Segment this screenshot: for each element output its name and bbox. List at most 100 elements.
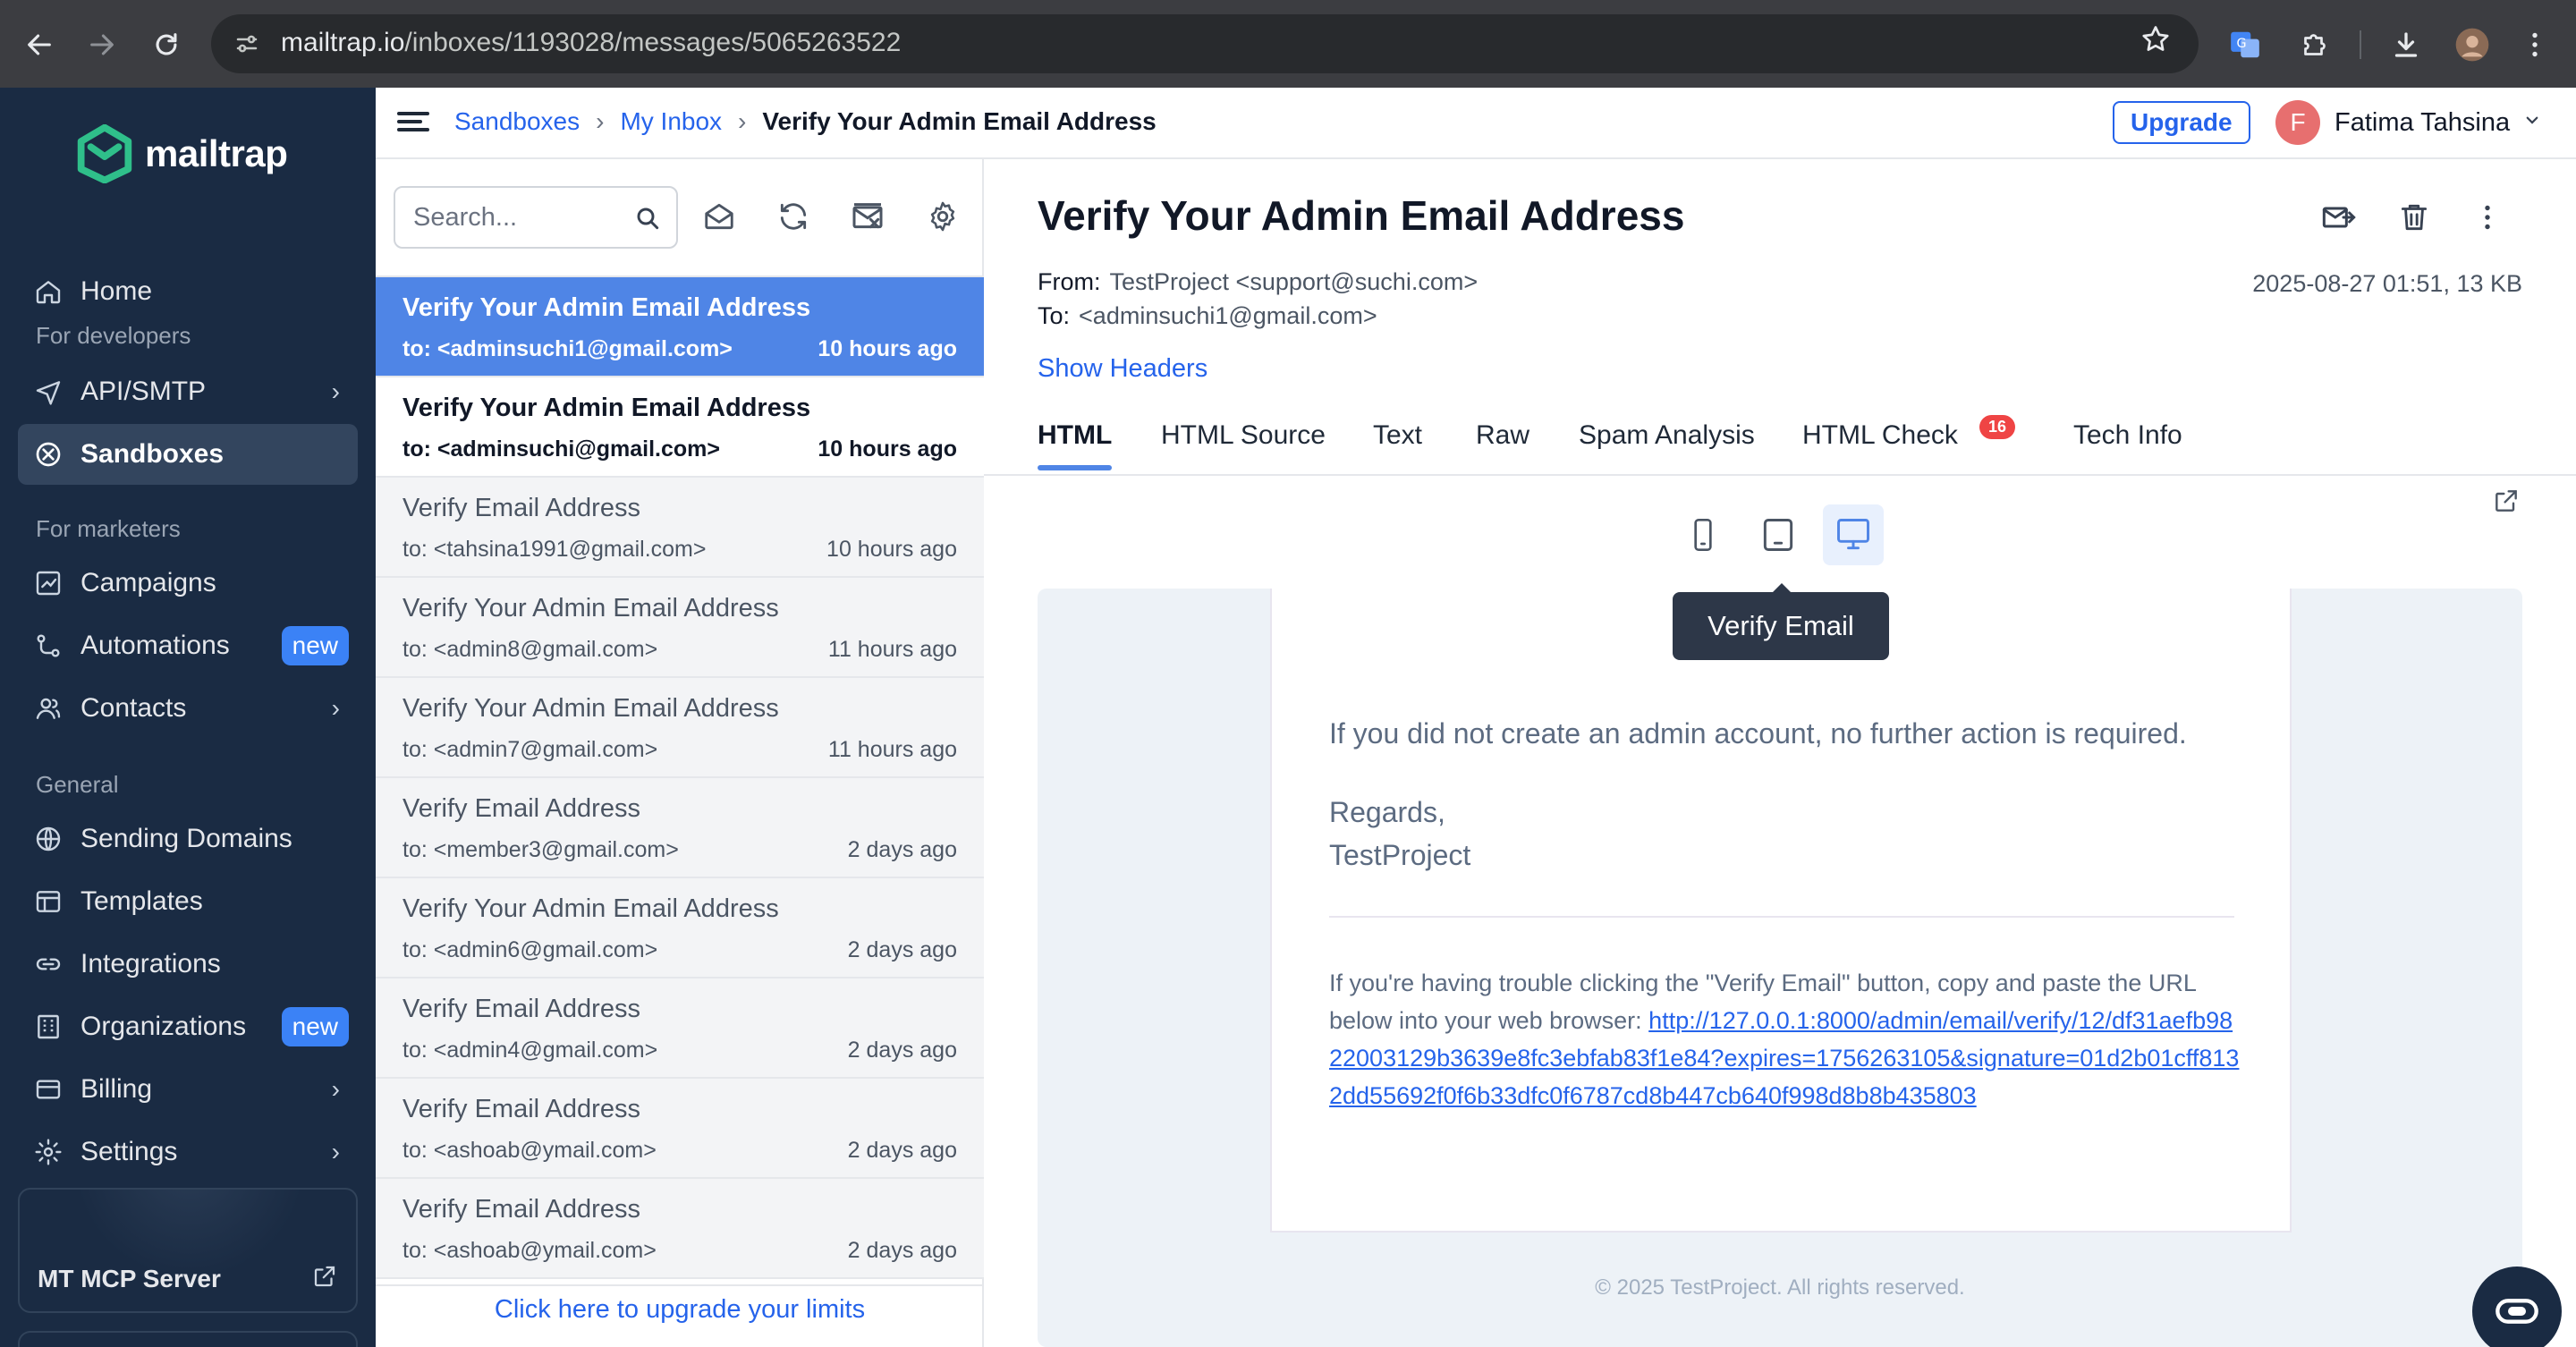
- menu-toggle-icon[interactable]: [397, 107, 429, 140]
- message-row[interactable]: Verify Email Address to: <member3@gmail.…: [376, 778, 984, 878]
- tab-raw[interactable]: Raw: [1476, 420, 1530, 451]
- sidebar-item-home[interactable]: Home: [18, 261, 358, 322]
- mark-read-icon[interactable]: [698, 195, 741, 238]
- message-recipient: to: <ashoab@ymail.com>: [402, 1138, 657, 1163]
- open-in-new-window-icon[interactable]: [2492, 487, 2522, 517]
- message-recipient: to: <admin6@gmail.com>: [402, 937, 658, 962]
- sidebar-item-label: API/SMTP: [80, 377, 207, 406]
- show-headers-link[interactable]: Show Headers: [1038, 354, 1208, 384]
- message-recipient: to: <adminsuchi@gmail.com>: [402, 436, 721, 462]
- mcp-server-label: MT MCP Server: [38, 1265, 221, 1292]
- chevron-right-icon: ›: [331, 1138, 340, 1165]
- extensions-puzzle-icon[interactable]: [2290, 20, 2340, 70]
- mailtrap-logo[interactable]: mailtrap: [77, 122, 288, 186]
- bookmark-star-icon[interactable]: [2140, 23, 2172, 64]
- sidebar-item-sending-domains[interactable]: Sending Domains: [18, 809, 358, 869]
- mobile-view-icon[interactable]: [1673, 504, 1733, 565]
- chevron-right-icon: ›: [331, 1075, 340, 1103]
- message-recipient: to: <adminsuchi1@gmail.com>: [402, 336, 733, 361]
- message-recipient: to: <admin7@gmail.com>: [402, 737, 658, 762]
- message-recipient: to: <tahsina1991@gmail.com>: [402, 537, 707, 562]
- message-row[interactable]: Verify Email Address to: <ashoab@ymail.c…: [376, 1179, 984, 1279]
- tab-html-check[interactable]: HTML Check: [1802, 420, 1958, 451]
- message-detail-pane: Verify Your Admin Email Address From: Tes…: [984, 159, 2576, 1347]
- message-row[interactable]: Verify Your Admin Email Address to: <adm…: [376, 377, 984, 478]
- section-label-marketers: For marketers: [36, 515, 181, 542]
- forward-icon[interactable]: [77, 20, 127, 70]
- from-label: From:: [1038, 268, 1101, 295]
- upgrade-button[interactable]: Upgrade: [2113, 101, 2250, 144]
- top-bar: Sandboxes › My Inbox › Verify Your Admin…: [376, 88, 2576, 159]
- message-row[interactable]: Verify Email Address to: <ashoab@ymail.c…: [376, 1079, 984, 1179]
- sidebar-item-api-smtp[interactable]: API/SMTP ›: [18, 361, 358, 422]
- breadcrumb-my-inbox[interactable]: My Inbox: [620, 107, 722, 136]
- email-meta: 2025-08-27 01:51, 13 KB: [2252, 270, 2522, 297]
- address-bar[interactable]: mailtrap.io/inboxes/1193028/messages/506…: [211, 14, 2199, 73]
- downloads-icon[interactable]: [2381, 20, 2431, 70]
- mcp-server-card[interactable]: MT MCP Server: [18, 1188, 358, 1313]
- message-recipient: to: <ashoab@ymail.com>: [402, 1238, 657, 1263]
- tab-html-source[interactable]: HTML Source: [1161, 420, 1326, 451]
- message-row[interactable]: Verify Email Address to: <admin4@gmail.c…: [376, 978, 984, 1079]
- refresh-icon[interactable]: [772, 195, 815, 238]
- message-row[interactable]: Verify Your Admin Email Address to: <adm…: [376, 277, 984, 377]
- message-row[interactable]: Verify Email Address to: <tahsina1991@gm…: [376, 478, 984, 578]
- browser-menu-icon[interactable]: [2510, 20, 2560, 70]
- sidebar-item-billing[interactable]: Billing ›: [18, 1059, 358, 1120]
- new-badge: new: [281, 626, 349, 665]
- sidebar-footer-card: [18, 1331, 358, 1347]
- email-trouble-paragraph: If you're having trouble clicking the "V…: [1329, 964, 2241, 1114]
- desktop-view-icon[interactable]: [1823, 504, 1884, 565]
- upgrade-limits-link[interactable]: Click here to upgrade your limits: [376, 1295, 984, 1325]
- message-row[interactable]: Verify Your Admin Email Address to: <adm…: [376, 678, 984, 778]
- sidebar-item-campaigns[interactable]: Campaigns: [18, 553, 358, 614]
- email-footer: © 2025 TestProject. All rights reserved.: [1595, 1275, 1965, 1300]
- to-value: <adminsuchi1@gmail.com>: [1079, 302, 1377, 329]
- chat-icon: [2496, 1299, 2538, 1324]
- message-row[interactable]: Verify Your Admin Email Address to: <adm…: [376, 578, 984, 678]
- message-subject: Verify Your Admin Email Address: [402, 594, 779, 623]
- email-signature: Regards, TestProject: [1329, 791, 1470, 877]
- sidebar-item-automations[interactable]: Automations new: [18, 615, 358, 676]
- sidebar-item-label: Contacts: [80, 693, 187, 723]
- tab-text[interactable]: Text: [1373, 420, 1422, 451]
- search-icon: [637, 208, 659, 230]
- clear-inbox-icon[interactable]: [846, 195, 889, 238]
- gear-icon[interactable]: [921, 195, 964, 238]
- user-menu[interactable]: F Fatima Tahsina: [2275, 100, 2540, 145]
- tab-tech-info[interactable]: Tech Info: [2073, 420, 2182, 451]
- site-settings-icon[interactable]: [229, 26, 265, 62]
- message-time: 2 days ago: [847, 1038, 957, 1063]
- sidebar-item-organizations[interactable]: Organizations new: [18, 996, 358, 1057]
- profile-avatar[interactable]: [2447, 20, 2497, 70]
- trash-icon[interactable]: [2394, 197, 2435, 238]
- user-name: Fatima Tahsina: [2334, 107, 2511, 137]
- sidebar-item-contacts[interactable]: Contacts ›: [18, 678, 358, 739]
- back-icon[interactable]: [14, 20, 64, 70]
- url-text[interactable]: mailtrap.io/inboxes/1193028/messages/506…: [281, 28, 901, 58]
- sidebar-item-integrations[interactable]: Integrations: [18, 934, 358, 995]
- url-path: /inboxes/1193028/messages/5065263522: [404, 28, 902, 57]
- breadcrumb-separator: ›: [738, 107, 747, 135]
- forward-email-icon[interactable]: [2318, 197, 2360, 238]
- sidebar-item-sandboxes[interactable]: Sandboxes: [18, 424, 358, 485]
- regards-text: Regards,: [1329, 796, 1445, 828]
- detail-tabs: HTML HTML Source Text Raw Spam Analysis …: [984, 410, 2576, 476]
- more-options-icon[interactable]: [2467, 197, 2508, 238]
- sidebar-item-label: Sending Domains: [80, 824, 292, 853]
- sidebar-item-templates[interactable]: Templates: [18, 871, 358, 932]
- reload-icon[interactable]: [141, 20, 191, 70]
- search-field[interactable]: [394, 186, 678, 249]
- sidebar-item-label: Organizations: [80, 1012, 247, 1041]
- message-time: 11 hours ago: [827, 737, 957, 762]
- message-row[interactable]: Verify Your Admin Email Address to: <adm…: [376, 878, 984, 978]
- message-subject: Verify Your Admin Email Address: [402, 894, 779, 923]
- tablet-view-icon[interactable]: [1748, 504, 1809, 565]
- message-time: 2 days ago: [847, 1138, 957, 1163]
- breadcrumb-sandboxes[interactable]: Sandboxes: [454, 107, 580, 136]
- tab-html[interactable]: HTML: [1038, 420, 1113, 470]
- tab-spam-analysis[interactable]: Spam Analysis: [1579, 420, 1755, 451]
- chat-widget-button[interactable]: [2472, 1267, 2562, 1347]
- translate-extension-icon[interactable]: G: [2220, 20, 2270, 70]
- sidebar-item-settings[interactable]: Settings ›: [18, 1122, 358, 1182]
